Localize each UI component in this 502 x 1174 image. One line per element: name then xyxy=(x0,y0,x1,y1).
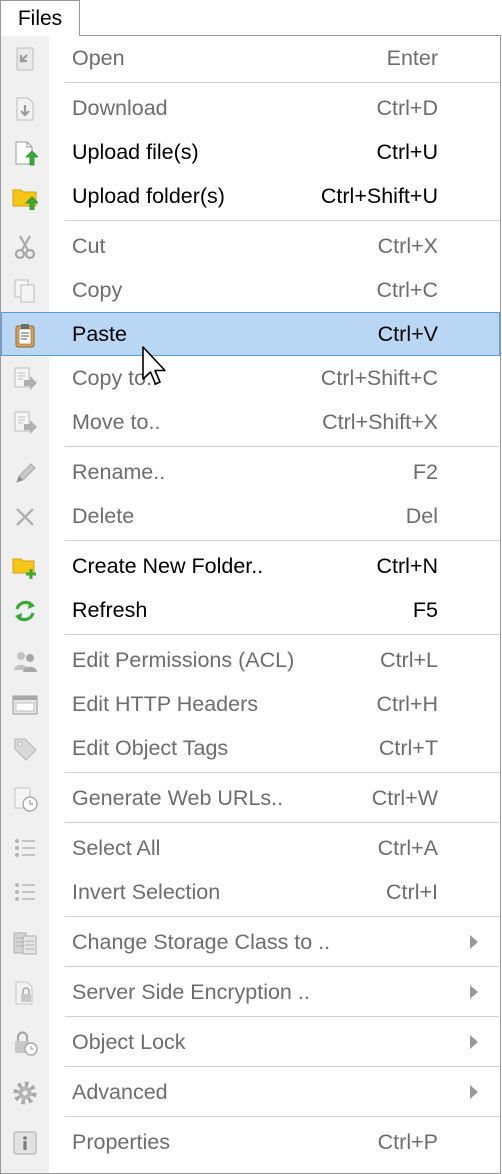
menu-item-upload-files[interactable]: Upload file(s) Ctrl+U xyxy=(1,130,500,174)
menu-item-shortcut: Ctrl+A xyxy=(377,836,438,860)
menu-item-invert-selection[interactable]: Invert Selection Ctrl+I xyxy=(1,870,500,914)
scissors-icon xyxy=(14,235,36,260)
upload-file-icon xyxy=(15,141,38,166)
info-icon xyxy=(13,1131,37,1155)
menu-item-shortcut: Ctrl+Shift+X xyxy=(322,410,438,434)
menu-item-shortcut: Ctrl+Shift+U xyxy=(320,184,438,208)
clipboard-icon xyxy=(15,324,35,348)
menu-item-paste[interactable]: Paste Ctrl+V xyxy=(1,312,500,356)
menu-item-generate-web-urls[interactable]: Generate Web URLs.. Ctrl+W xyxy=(1,776,500,820)
web-url-clock-icon xyxy=(14,787,38,812)
files-context-menu: Open Enter Download Ctrl+D Upload file(s) Ctr… xyxy=(0,35,501,1174)
menu-item-rename[interactable]: Rename.. F2 xyxy=(1,450,500,494)
menu-item-cut[interactable]: Cut Ctrl+X xyxy=(1,224,500,268)
menu-item-advanced[interactable]: Advanced xyxy=(1,1070,500,1114)
menu-item-label: Upload file(s) xyxy=(72,140,199,164)
menu-item-shortcut: Ctrl+P xyxy=(377,1130,438,1154)
menu-item-object-lock[interactable]: Object Lock xyxy=(1,1020,500,1064)
menu-item-label: Edit Object Tags xyxy=(72,736,229,760)
menu-item-label: Select All xyxy=(72,836,161,860)
menu-item-label: Properties xyxy=(72,1130,170,1154)
menu-item-shortcut: Ctrl+I xyxy=(386,880,438,904)
encryption-lock-icon xyxy=(15,981,33,1005)
menu-item-copy-to[interactable]: Copy to.. Ctrl+Shift+C xyxy=(1,356,500,400)
menu-item-label: Object Lock xyxy=(72,1030,186,1054)
tag-icon xyxy=(14,738,37,761)
submenu-arrow-icon xyxy=(470,1085,478,1099)
menu-item-shortcut: Ctrl+H xyxy=(376,692,438,716)
menu-item-shortcut: Ctrl+V xyxy=(377,322,438,346)
menu-item-open[interactable]: Open Enter xyxy=(1,36,500,80)
menu-item-label: Edit HTTP Headers xyxy=(72,692,259,716)
menu-item-copy[interactable]: Copy Ctrl+C xyxy=(1,268,500,312)
submenu-arrow-icon xyxy=(470,985,478,999)
menu-item-move-to[interactable]: Move to.. Ctrl+Shift+X xyxy=(1,400,500,444)
menu-item-select-all[interactable]: Select All Ctrl+A xyxy=(1,826,500,870)
move-to-icon xyxy=(14,411,37,434)
menu-items: Open Enter Download Ctrl+D Upload file(s) Ctr… xyxy=(1,36,500,1164)
menu-item-label: Create New Folder.. xyxy=(72,554,264,578)
menu-item-shortcut: F2 xyxy=(412,460,438,484)
upload-folder-icon xyxy=(12,189,38,210)
menu-item-label: Refresh xyxy=(72,598,148,622)
delete-x-icon xyxy=(16,508,34,526)
menu-item-shortcut: Ctrl+Shift+C xyxy=(320,366,438,390)
mouse-cursor-icon xyxy=(142,346,166,385)
submenu-arrow-icon xyxy=(470,1035,478,1049)
copy-icon xyxy=(14,279,35,303)
lock-clock-icon xyxy=(15,1031,38,1056)
copy-to-icon xyxy=(14,367,37,390)
menu-item-label: Edit Permissions (ACL) xyxy=(72,648,295,672)
gear-icon xyxy=(13,1081,37,1105)
menu-item-label: Generate Web URLs.. xyxy=(72,786,284,810)
menu-item-download[interactable]: Download Ctrl+D xyxy=(1,86,500,130)
menu-item-label: Download xyxy=(72,96,168,120)
menu-item-label: Copy xyxy=(72,278,123,302)
refresh-icon xyxy=(15,600,35,622)
menu-item-properties[interactable]: Properties Ctrl+P xyxy=(1,1120,500,1164)
files-menu-tab[interactable]: Files xyxy=(0,0,80,36)
menu-item-shortcut: Ctrl+C xyxy=(376,278,438,302)
menu-item-shortcut: Enter xyxy=(386,46,438,70)
menu-item-change-storage-class[interactable]: Change Storage Class to .. xyxy=(1,920,500,964)
menu-item-server-side-encryption[interactable]: Server Side Encryption .. xyxy=(1,970,500,1014)
menu-item-label: Paste xyxy=(72,322,127,346)
list-icon xyxy=(15,839,35,857)
submenu-arrow-icon xyxy=(470,935,478,949)
menu-item-upload-folders[interactable]: Upload folder(s) Ctrl+Shift+U xyxy=(1,174,500,218)
menu-item-shortcut: Ctrl+N xyxy=(376,554,438,578)
window-icon xyxy=(12,695,38,715)
menu-item-shortcut: Ctrl+L xyxy=(380,648,438,672)
menu-item-shortcut: Del xyxy=(405,504,438,528)
menu-item-label: Cut xyxy=(72,234,106,258)
menu-item-label: Upload folder(s) xyxy=(72,184,225,208)
open-icon xyxy=(16,47,34,71)
menu-item-label: Delete xyxy=(72,504,135,528)
menu-item-label: Invert Selection xyxy=(72,880,221,904)
menu-item-delete[interactable]: Delete Del xyxy=(1,494,500,538)
menu-item-edit-object-tags[interactable]: Edit Object Tags Ctrl+T xyxy=(1,726,500,770)
menu-item-shortcut: Ctrl+T xyxy=(378,736,438,760)
pencil-icon xyxy=(16,463,36,483)
download-icon xyxy=(16,97,34,121)
menu-item-edit-http-headers[interactable]: Edit HTTP Headers Ctrl+H xyxy=(1,682,500,726)
menu-item-label: Advanced xyxy=(72,1080,168,1104)
menu-item-shortcut: Ctrl+W xyxy=(371,786,438,810)
menu-item-label: Rename.. xyxy=(72,460,166,484)
menu-item-refresh[interactable]: Refresh F5 xyxy=(1,588,500,632)
menu-item-shortcut: F5 xyxy=(412,598,438,622)
menu-item-label: Change Storage Class to .. xyxy=(72,930,331,954)
storage-class-icon xyxy=(13,932,37,955)
list-invert-icon xyxy=(15,883,35,901)
new-folder-icon xyxy=(12,558,36,579)
menu-item-shortcut: Ctrl+D xyxy=(376,96,438,120)
menu-item-label: Server Side Encryption .. xyxy=(72,980,310,1004)
menu-item-label: Move to.. xyxy=(72,410,161,434)
menu-item-shortcut: Ctrl+U xyxy=(376,140,438,164)
menu-item-edit-permissions[interactable]: Edit Permissions (ACL) Ctrl+L xyxy=(1,638,500,682)
menu-item-label: Open xyxy=(72,46,125,70)
menu-item-create-new-folder[interactable]: Create New Folder.. Ctrl+N xyxy=(1,544,500,588)
menu-item-shortcut: Ctrl+X xyxy=(377,234,438,258)
users-icon xyxy=(14,652,37,672)
